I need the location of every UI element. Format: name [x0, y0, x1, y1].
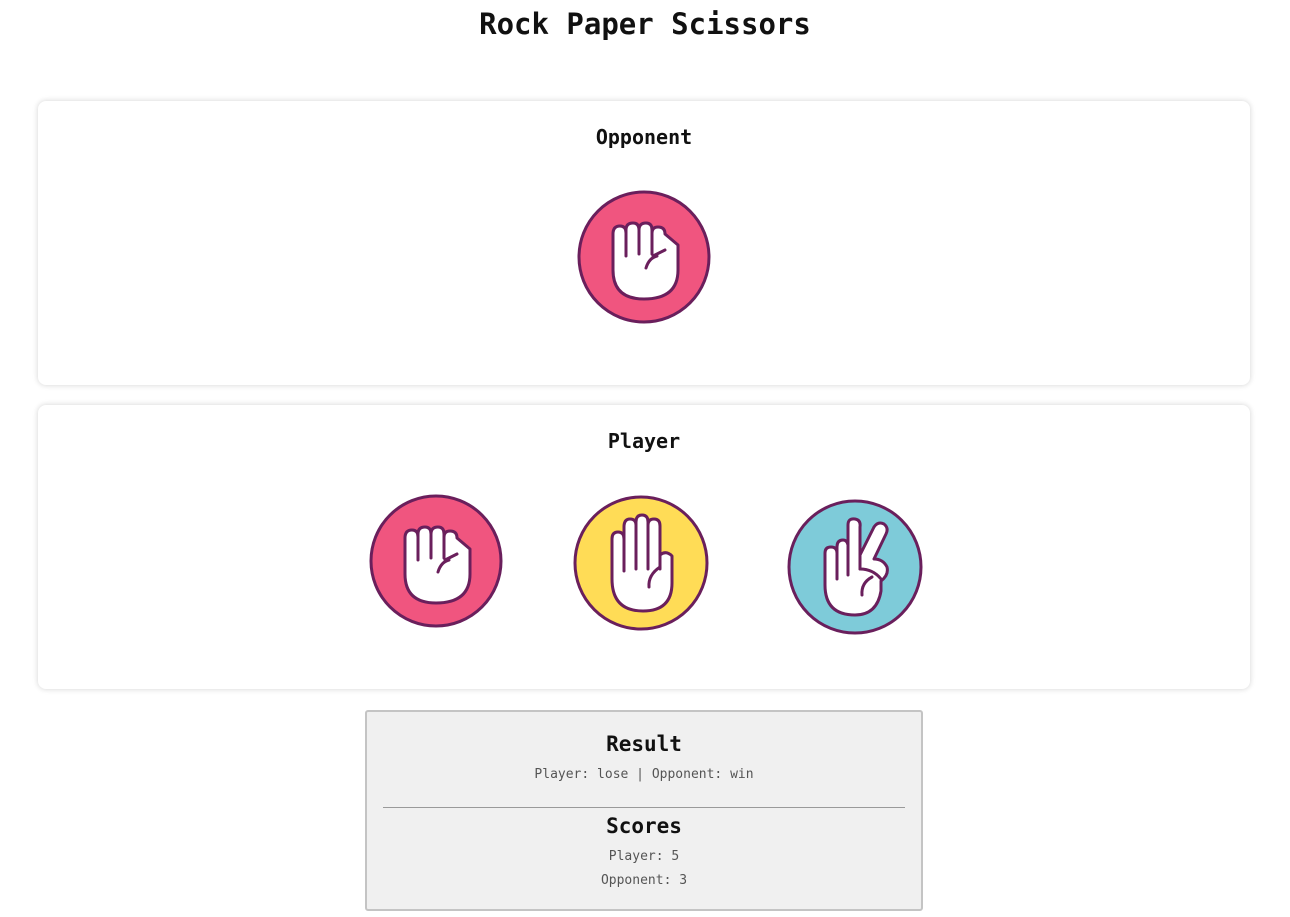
opponent-choice-rock	[577, 190, 711, 324]
page-title: Rock Paper Scissors	[479, 7, 811, 41]
scores-heading: Scores	[606, 814, 682, 838]
fist-icon	[577, 190, 711, 324]
opponent-score: Opponent: 3	[600, 873, 688, 888]
opponent-panel: Opponent	[38, 101, 1250, 385]
open-hand-icon	[573, 495, 709, 631]
player-heading: Player	[607, 429, 681, 453]
divider	[383, 807, 905, 808]
result-heading: Result	[606, 732, 682, 756]
result-panel: Result Player: lose | Opponent: win Scor…	[365, 710, 923, 911]
player-panel: Player	[38, 405, 1250, 689]
opponent-heading: Opponent	[595, 125, 693, 149]
scissors-button[interactable]	[787, 499, 923, 635]
result-text: Player: lose | Opponent: win	[534, 767, 754, 782]
peace-hand-icon	[787, 499, 923, 635]
player-score: Player: 5	[608, 849, 680, 864]
rock-button[interactable]	[369, 494, 503, 628]
fist-icon	[369, 494, 503, 628]
paper-button[interactable]	[573, 495, 709, 631]
